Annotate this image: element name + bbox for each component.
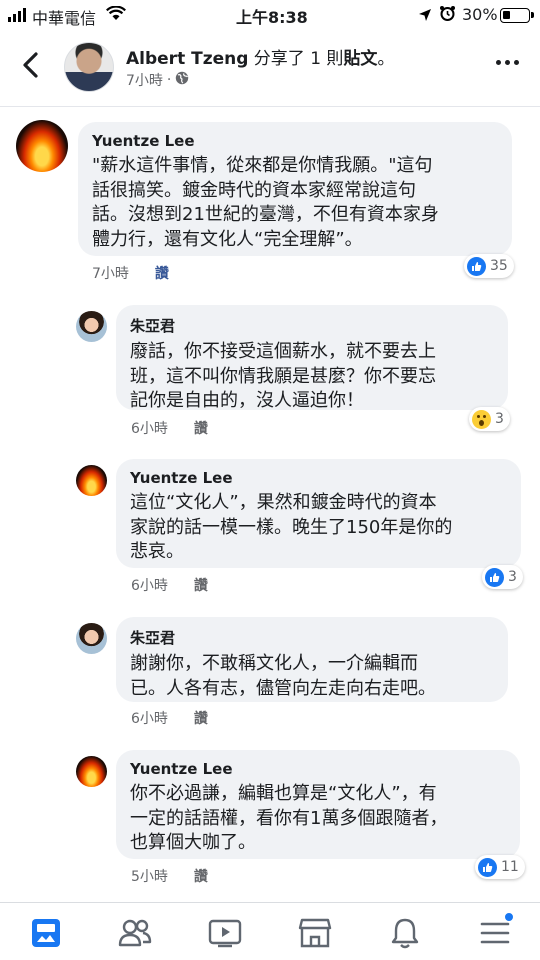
comment-meta: 6小時 讚 (131, 708, 208, 728)
post-header: Albert Tzeng 分享了 1 則貼文。 7小時 · (0, 30, 540, 106)
comment-time: 6小時 (131, 711, 168, 727)
comment-time: 5小時 (131, 869, 168, 885)
commenter-avatar[interactable] (76, 465, 107, 496)
more-options-icon[interactable] (496, 60, 519, 65)
commenter-avatar[interactable] (16, 120, 68, 172)
commenter-avatar[interactable] (76, 756, 107, 787)
comment-time: 7小時 (92, 266, 129, 282)
reaction-count[interactable]: 35 (464, 254, 514, 278)
author-name[interactable]: Albert Tzeng (126, 49, 248, 69)
post-meta: 7小時 · (126, 70, 189, 90)
comment-meta: 7小時 讚 (92, 263, 169, 283)
signal-icon (8, 8, 26, 22)
share-action: 分享了 1 則 (248, 49, 344, 69)
notifications-icon[interactable] (385, 913, 425, 953)
like-link[interactable]: 讚 (194, 708, 208, 728)
reaction-count[interactable]: 3 (469, 407, 510, 431)
thumbs-up-icon (478, 857, 497, 877)
reaction-count[interactable]: 3 (482, 565, 523, 589)
post-link[interactable]: 貼文 (343, 49, 377, 69)
friends-icon[interactable] (115, 913, 155, 953)
back-arrow-icon[interactable] (20, 52, 42, 82)
comment-text: 你不必過謙，編輯也算是“文化人”，有 一定的話語權，看你有1萬多個跟隨者， 也算個大… (130, 783, 448, 853)
post-time: 7小時 (126, 73, 163, 89)
commenter-avatar[interactable] (76, 623, 107, 654)
comment-bubble: 朱亞君 廢話，你不接受這個薪水，就不要去上 班，這不叫你情我願是甚麼？你不要忘 記你… (116, 305, 508, 411)
comment-bubble: 朱亞君 謝謝你，不敢稱文化人，一介編輯而 已。人各有志，儘管向左走向右走吧。 (116, 617, 508, 702)
comment-text: "薪水這件事情，從來都是你情我願。"這句 話很搞笑。鍍金時代的資本家經常說這句 話。… (92, 155, 439, 250)
comment-text: 謝謝你，不敢稱文化人，一介編輯而 已。人各有志，儘管向左走向右走吧。 (130, 653, 436, 699)
comment-meta: 6小時 讚 (131, 418, 208, 438)
commenter-name[interactable]: Yuentze Lee (92, 132, 498, 150)
comment-meta: 5小時 讚 (131, 866, 208, 886)
comment-time: 6小時 (131, 421, 168, 437)
comment-bubble: Yuentze Lee 你不必過謙，編輯也算是“文化人”，有 一定的話語權，看你有… (116, 750, 520, 859)
title-period: 。 (377, 49, 395, 69)
alarm-icon (439, 5, 456, 26)
divider (0, 106, 540, 107)
location-arrow-icon (418, 7, 432, 26)
news-feed-icon[interactable] (26, 913, 66, 953)
wow-reaction-icon (472, 409, 491, 429)
comment-text: 這位“文化人”，果然和鍍金時代的資本 家說的話一模一樣。晚生了150年是你的 悲哀。 (130, 492, 453, 562)
thumbs-up-icon (485, 567, 504, 587)
like-link[interactable]: 讚 (155, 263, 169, 283)
comment-bubble: Yuentze Lee "薪水這件事情，從來都是你情我願。"這句 話很搞笑。鍍金時… (78, 122, 512, 256)
commenter-name[interactable]: 朱亞君 (130, 627, 494, 648)
commenter-avatar[interactable] (76, 311, 107, 342)
status-bar: 中華電信 上午8:38 30% (0, 0, 540, 30)
comment-meta: 6小時 讚 (131, 575, 208, 595)
bottom-nav (0, 902, 540, 960)
comment-bubble: Yuentze Lee 這位“文化人”，果然和鍍金時代的資本 家說的話一模一樣。晚… (116, 459, 521, 568)
like-link[interactable]: 讚 (194, 418, 208, 438)
battery-percent: 30% (462, 5, 498, 24)
battery-icon (500, 8, 534, 23)
carrier-name: 中華電信 (32, 9, 97, 28)
watch-icon[interactable] (205, 913, 245, 953)
like-link[interactable]: 讚 (194, 866, 208, 886)
wifi-icon (106, 5, 126, 25)
commenter-name[interactable]: 朱亞君 (130, 315, 494, 336)
clock: 上午8:38 (236, 8, 308, 27)
comment-time: 6小時 (131, 578, 168, 594)
notification-dot (504, 912, 514, 922)
commenter-name[interactable]: Yuentze Lee (130, 760, 506, 778)
like-link[interactable]: 讚 (194, 575, 208, 595)
post-title: Albert Tzeng 分享了 1 則貼文。 (126, 44, 394, 69)
reaction-count[interactable]: 11 (475, 855, 525, 879)
author-avatar[interactable] (64, 42, 114, 92)
marketplace-icon[interactable] (295, 913, 335, 953)
globe-icon (175, 71, 189, 89)
commenter-name[interactable]: Yuentze Lee (130, 469, 507, 487)
thumbs-up-icon (467, 256, 486, 276)
comment-text: 廢話，你不接受這個薪水，就不要去上 班，這不叫你情我願是甚麼？你不要忘 記你是自由的… (130, 341, 436, 411)
